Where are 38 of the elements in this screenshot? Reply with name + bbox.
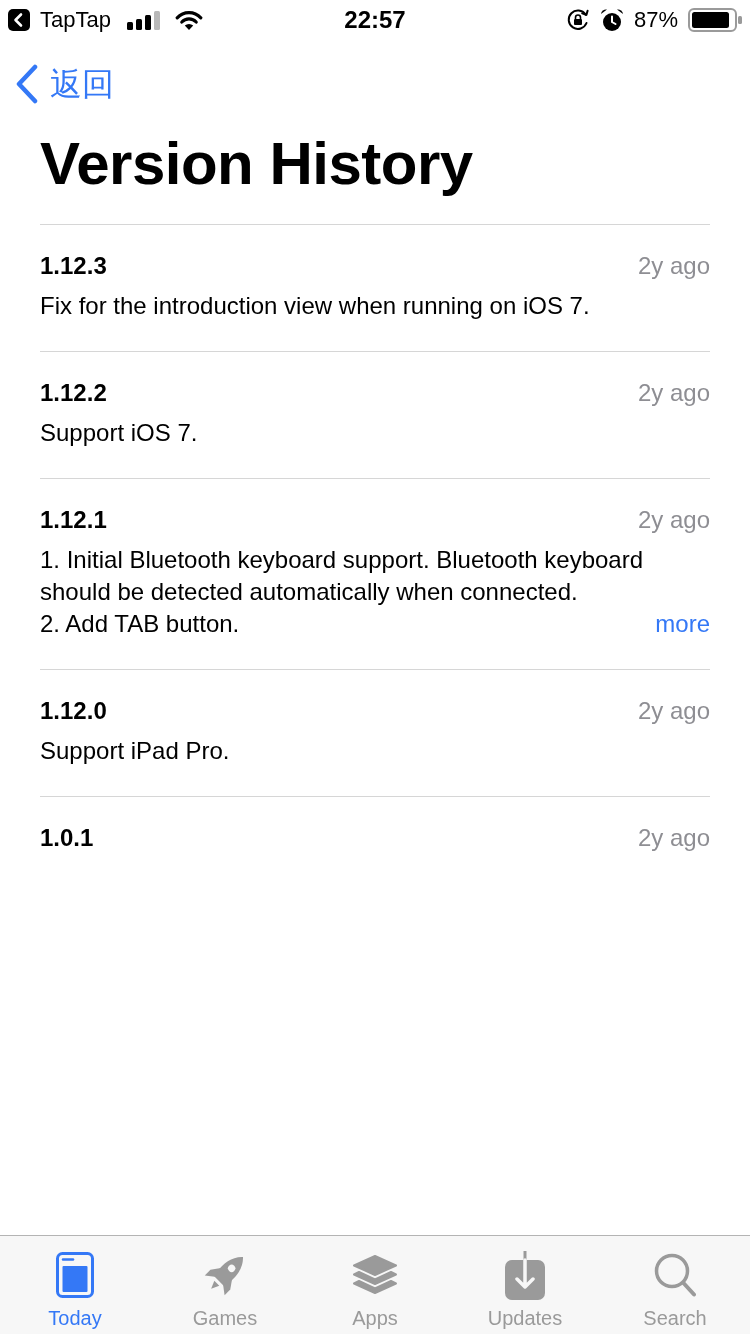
version-number: 1.12.3	[40, 252, 107, 280]
page-title: Version History	[40, 129, 473, 199]
status-time: 22:57	[344, 6, 406, 34]
release-date: 2y ago	[637, 379, 710, 407]
version-number: 1.12.1	[40, 506, 107, 534]
tab-bar-item[interactable]: Search	[600, 1236, 750, 1334]
battery-icon	[688, 8, 742, 32]
rocket-icon	[204, 1254, 246, 1296]
download-icon	[505, 1250, 545, 1300]
layers-icon	[352, 1254, 398, 1296]
search-icon	[654, 1253, 696, 1297]
release-date: 2y ago	[637, 252, 710, 280]
release-date: 2y ago	[637, 506, 710, 534]
tab-bar-item[interactable]: Today	[0, 1236, 150, 1334]
chevron-icon	[16, 64, 38, 104]
release-note: Support iPad Pro.	[40, 736, 230, 766]
page-icon	[56, 1252, 94, 1298]
release-date: 2y ago	[637, 824, 710, 852]
tab-bar-item[interactable]: Updates	[450, 1236, 600, 1334]
release-note: 1. Initial Bluetooth keyboard support. Bluetooth keyboard should be detected automatically when connected.	[40, 545, 645, 607]
version-number: 1.12.0	[40, 697, 107, 725]
back-to-app-label[interactable]: TapTap	[40, 7, 111, 33]
alarm-clock-icon	[599, 8, 624, 32]
version-number: 1.0.1	[40, 824, 94, 852]
tab-bar-item[interactable]: Games	[150, 1236, 300, 1334]
back-to-app-icon[interactable]	[8, 9, 30, 31]
release-note: Fix for the introduction view when running on iOS 7.	[40, 291, 590, 321]
release-date: 2y ago	[637, 697, 710, 725]
back-button[interactable]: 返回	[16, 64, 114, 104]
battery-percentage: 87%	[633, 7, 678, 33]
version-number: 1.12.2	[40, 379, 107, 407]
signal-icon	[126, 10, 161, 30]
release-note: 2. Add TAB button.	[40, 609, 240, 639]
rotation-lock-icon	[565, 8, 590, 32]
wifi-icon	[174, 10, 203, 30]
release-note: Support iOS 7.	[40, 418, 198, 448]
tab-bar-item[interactable]: Apps	[300, 1236, 450, 1334]
more-link[interactable]: more	[655, 608, 710, 640]
